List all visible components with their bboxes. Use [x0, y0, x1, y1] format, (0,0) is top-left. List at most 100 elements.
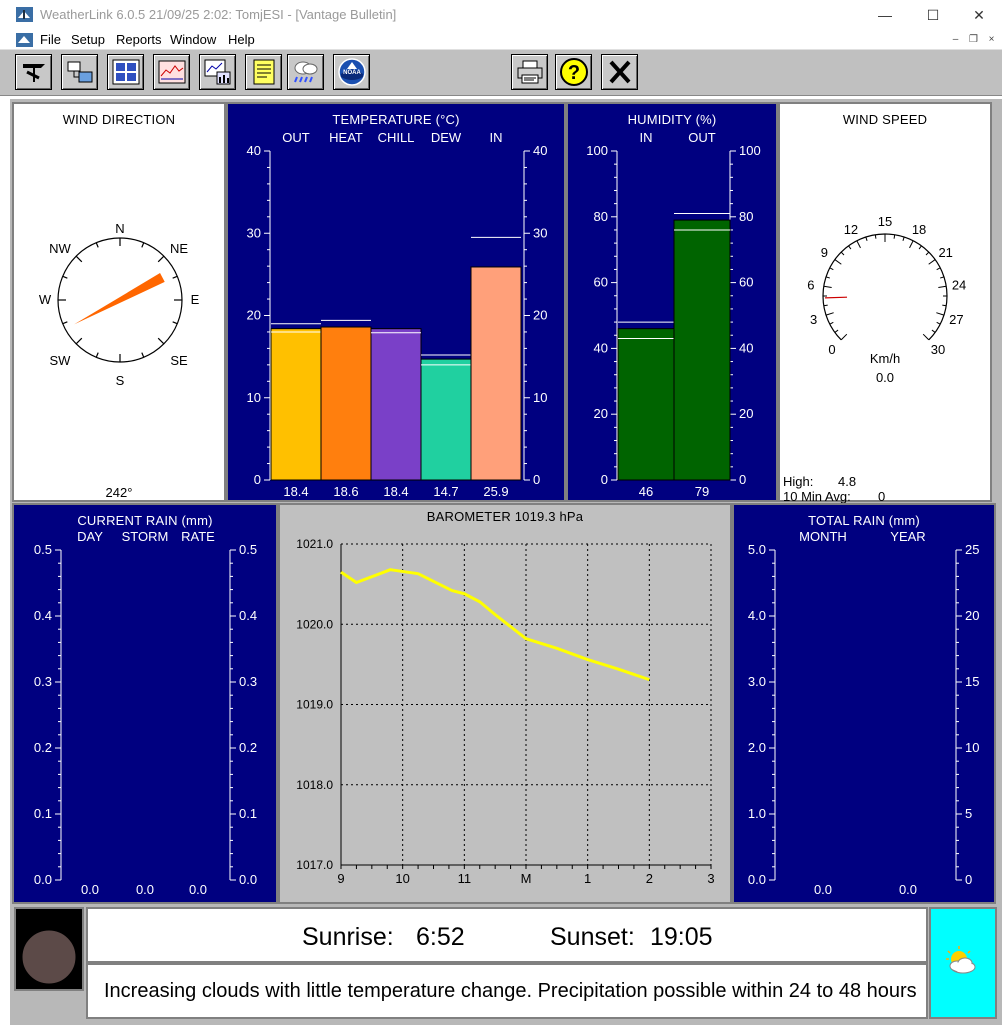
gauge-tick [823, 304, 828, 307]
menu-window[interactable]: Window [170, 32, 216, 47]
menu-file[interactable]: File [40, 32, 61, 47]
strip-chart-icon [158, 60, 185, 84]
gauge-tick-label: 9 [821, 245, 828, 260]
bar-column-label: CHILL [378, 130, 415, 145]
left-tick-label: 0.1 [34, 806, 52, 821]
print-button[interactable] [511, 54, 548, 90]
left-tick-label: 30 [247, 225, 261, 240]
rain-column-label: STORM [122, 529, 169, 544]
help-button[interactable]: ? [555, 54, 592, 90]
close-bulletin-button[interactable] [601, 54, 638, 90]
y-tick-label: 1019.0 [296, 698, 333, 712]
bar-column-label: IN [490, 130, 503, 145]
close-icon [609, 60, 630, 84]
weather-button[interactable] [287, 54, 324, 90]
rain-column-label: MONTH [799, 529, 847, 544]
wind-high-marker [825, 296, 848, 299]
noaa-icon: NOAA [337, 58, 366, 86]
bar-value-label: 18.4 [383, 484, 408, 499]
bar-column-label: OUT [282, 130, 310, 145]
temperature-panel: TEMPERATURE (°C) 40 40 30 30 20 20 10 10 0 0 OUT 18… [226, 102, 566, 502]
wind-vane-button[interactable] [15, 54, 52, 90]
left-tick-label: 0.5 [34, 542, 52, 557]
left-tick-label: 0 [254, 472, 261, 487]
moon-panel [14, 907, 84, 991]
bar-chill [370, 328, 422, 481]
bar-heat [320, 326, 372, 481]
bar-out [673, 219, 731, 481]
mdi-minimize-button[interactable]: – [948, 33, 963, 47]
right-tick-label: 40 [739, 340, 753, 355]
graph-button[interactable] [199, 54, 236, 90]
right-tick-label: 0.4 [239, 608, 257, 623]
bulletin-content: WIND DIRECTION N NE E SE S SW W NW 242° … [10, 99, 1002, 1025]
title-bar[interactable]: WeatherLink 6.0.5 21/09/25 2:02: TomjESI… [0, 0, 1002, 30]
compass-tick [75, 255, 83, 263]
wind-speed-gauge: 036912151821242730 [807, 214, 966, 357]
sunrise-label: Sunrise: [302, 923, 394, 951]
gauge-tick [936, 321, 941, 325]
compass-tick [141, 242, 145, 248]
document-system-icon[interactable] [16, 33, 33, 47]
strip-chart-button[interactable] [153, 54, 190, 90]
compass-tick [157, 255, 165, 263]
x-tick-label: 10 [395, 871, 409, 886]
current-rain-panel: CURRENT RAIN (mm) 0.5 0.5 0.4 0.4 0.3 0.3 0.2 0… [12, 503, 278, 904]
gauge-tick [825, 312, 834, 316]
barometer-panel: BAROMETER 1019.3 hPa 1021.0 1020.0 1019.0 1… [278, 503, 732, 904]
wind-direction-reading: 242° [105, 485, 133, 500]
humidity-chart: 100 100 80 80 60 60 40 40 20 20 0 0 IN 46 OUT 79 [586, 130, 760, 499]
wind-speed-reading: 0.0 [875, 370, 895, 385]
left-tick-label: 0.3 [34, 674, 52, 689]
weatherlink-app-icon [16, 7, 33, 22]
total-rain-panel: TOTAL RAIN (mm) 5.0 25 4.0 20 3.0 15 2.0 10 1.0 5… [732, 503, 996, 904]
close-button[interactable]: ✕ [956, 4, 1002, 26]
temperature-chart: 40 40 30 30 20 20 10 10 0 0 OUT 18.4 HEAT 18.6 CHILL 18… [247, 130, 548, 499]
gauge-tick [918, 245, 922, 250]
wind-speed-panel: WIND SPEED 0 3 6 9 12 15 18 21 24 27 30 Km/h 0.0 H… [778, 102, 992, 504]
graph-icon [204, 59, 230, 85]
right-tick-label: 5 [965, 806, 972, 821]
sunset-label: Sunset: [550, 923, 635, 951]
compass-label-s: S [116, 373, 125, 388]
mdi-close-button[interactable]: × [984, 33, 999, 47]
gauge-tick [938, 285, 947, 289]
right-tick-label: 10 [965, 740, 979, 755]
right-tick-label: 0 [739, 472, 746, 487]
right-tick-label: 10 [533, 390, 547, 405]
notes-button[interactable] [245, 54, 282, 90]
minimize-button[interactable]: — [862, 4, 908, 26]
maximize-icon: ☐ [926, 6, 940, 23]
right-tick-label: 40 [533, 143, 547, 158]
left-tick-label: 2.0 [748, 740, 766, 755]
menu-setup[interactable]: Setup [71, 32, 105, 47]
gauge-tick [936, 267, 941, 271]
compass-tick [75, 337, 83, 345]
gauge-tick-label: 15 [878, 214, 892, 229]
rain-column-label: RATE [181, 529, 215, 544]
station-button[interactable] [61, 54, 98, 90]
maximize-button[interactable]: ☐ [910, 4, 956, 26]
wind-direction-needle [74, 273, 165, 325]
gauge-tick [829, 321, 834, 325]
wind-high-label: High: [783, 474, 814, 489]
bulletin-button[interactable] [107, 54, 144, 90]
y-tick-label: 1020.0 [296, 617, 333, 631]
gauge-tick [942, 304, 947, 307]
rain-value-label: 0.0 [899, 882, 917, 897]
weather-cloud-icon [293, 61, 317, 83]
bar-dew [420, 358, 472, 481]
sun-times-panel: Sunrise: 6:52 Sunset: 19:05 [86, 907, 928, 963]
menu-reports[interactable]: Reports [116, 32, 162, 47]
compass-tick [62, 275, 68, 279]
noaa-button[interactable]: NOAA [333, 54, 370, 90]
minimize-icon: — [878, 7, 892, 23]
gauge-tick [840, 333, 848, 341]
mdi-restore-button[interactable]: ❐ [966, 33, 981, 47]
left-tick-label: 4.0 [748, 608, 766, 623]
right-tick-label: 20 [965, 608, 979, 623]
noaa-label: NOAA [343, 70, 361, 76]
compass-label-se: SE [170, 353, 188, 368]
partly-cloudy-icon [946, 946, 976, 974]
menu-help[interactable]: Help [228, 32, 255, 47]
